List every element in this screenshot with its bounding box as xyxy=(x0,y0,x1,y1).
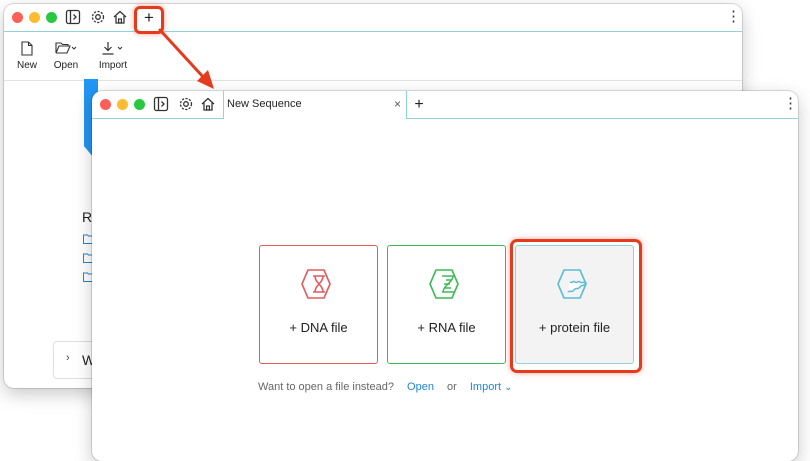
window-controls xyxy=(12,12,57,23)
front-titlebar: New Sequence × + ⋮ xyxy=(92,91,798,119)
front-window: New Sequence × + ⋮ + DNA file + RNA file… xyxy=(92,91,798,461)
open-file-row: Want to open a file instead? Open or Imp… xyxy=(258,381,513,393)
chevron-down-icon: ⌄ xyxy=(504,382,513,393)
import-button[interactable]: Import xyxy=(96,38,130,71)
settings-gear-icon[interactable] xyxy=(178,96,194,112)
home-icon[interactable] xyxy=(200,96,216,112)
tabbar-divider xyxy=(92,118,223,119)
close-window-button[interactable] xyxy=(12,12,23,23)
open-button[interactable]: Open xyxy=(51,38,81,71)
recent-files-heading: R xyxy=(82,209,93,225)
open-label: Open xyxy=(53,60,79,71)
new-button[interactable]: New xyxy=(15,38,39,71)
back-titlebar: + ⋮ xyxy=(4,4,742,32)
chevron-right-icon: › xyxy=(66,352,70,364)
window-controls xyxy=(100,99,145,110)
settings-gear-icon[interactable] xyxy=(90,9,106,25)
import-label: Import xyxy=(98,60,128,71)
plus-highlight-annotation xyxy=(134,6,164,34)
more-menu-icon[interactable]: ⋮ xyxy=(783,96,798,112)
dna-icon xyxy=(301,269,331,299)
close-tab-icon[interactable]: × xyxy=(394,97,401,111)
tab-title: New Sequence xyxy=(227,98,302,110)
tab-new-sequence[interactable]: New Sequence × xyxy=(223,91,407,119)
close-window-button[interactable] xyxy=(100,99,111,110)
new-dna-file-card[interactable]: + DNA file xyxy=(259,245,378,364)
new-file-icon xyxy=(15,38,39,58)
protein-highlight-annotation xyxy=(510,239,642,373)
open-folder-icon xyxy=(51,38,81,58)
new-tab-plus-button[interactable]: + xyxy=(410,96,428,114)
import-link-label: Import xyxy=(469,381,502,393)
open-prompt-text: Want to open a file instead? xyxy=(258,381,394,393)
rna-card-label: + RNA file xyxy=(417,320,476,335)
import-link[interactable]: Import ⌄ xyxy=(470,381,513,393)
or-text: or xyxy=(447,381,457,393)
open-link[interactable]: Open xyxy=(407,381,434,393)
new-label: New xyxy=(16,60,37,71)
dna-card-label: + DNA file xyxy=(289,320,348,335)
minimize-window-button[interactable] xyxy=(29,12,40,23)
minimize-window-button[interactable] xyxy=(117,99,128,110)
sidebar-toggle-icon[interactable] xyxy=(153,96,169,112)
more-menu-icon[interactable]: ⋮ xyxy=(726,9,741,25)
back-toolbar: New Open Import xyxy=(4,32,742,81)
tabbar-divider xyxy=(406,118,798,119)
zoom-window-button[interactable] xyxy=(46,12,57,23)
home-icon[interactable] xyxy=(112,9,128,25)
sidebar-toggle-icon[interactable] xyxy=(65,9,81,25)
import-download-icon xyxy=(96,38,130,58)
rna-icon xyxy=(429,269,459,299)
zoom-window-button[interactable] xyxy=(134,99,145,110)
new-rna-file-card[interactable]: + RNA file xyxy=(387,245,506,364)
